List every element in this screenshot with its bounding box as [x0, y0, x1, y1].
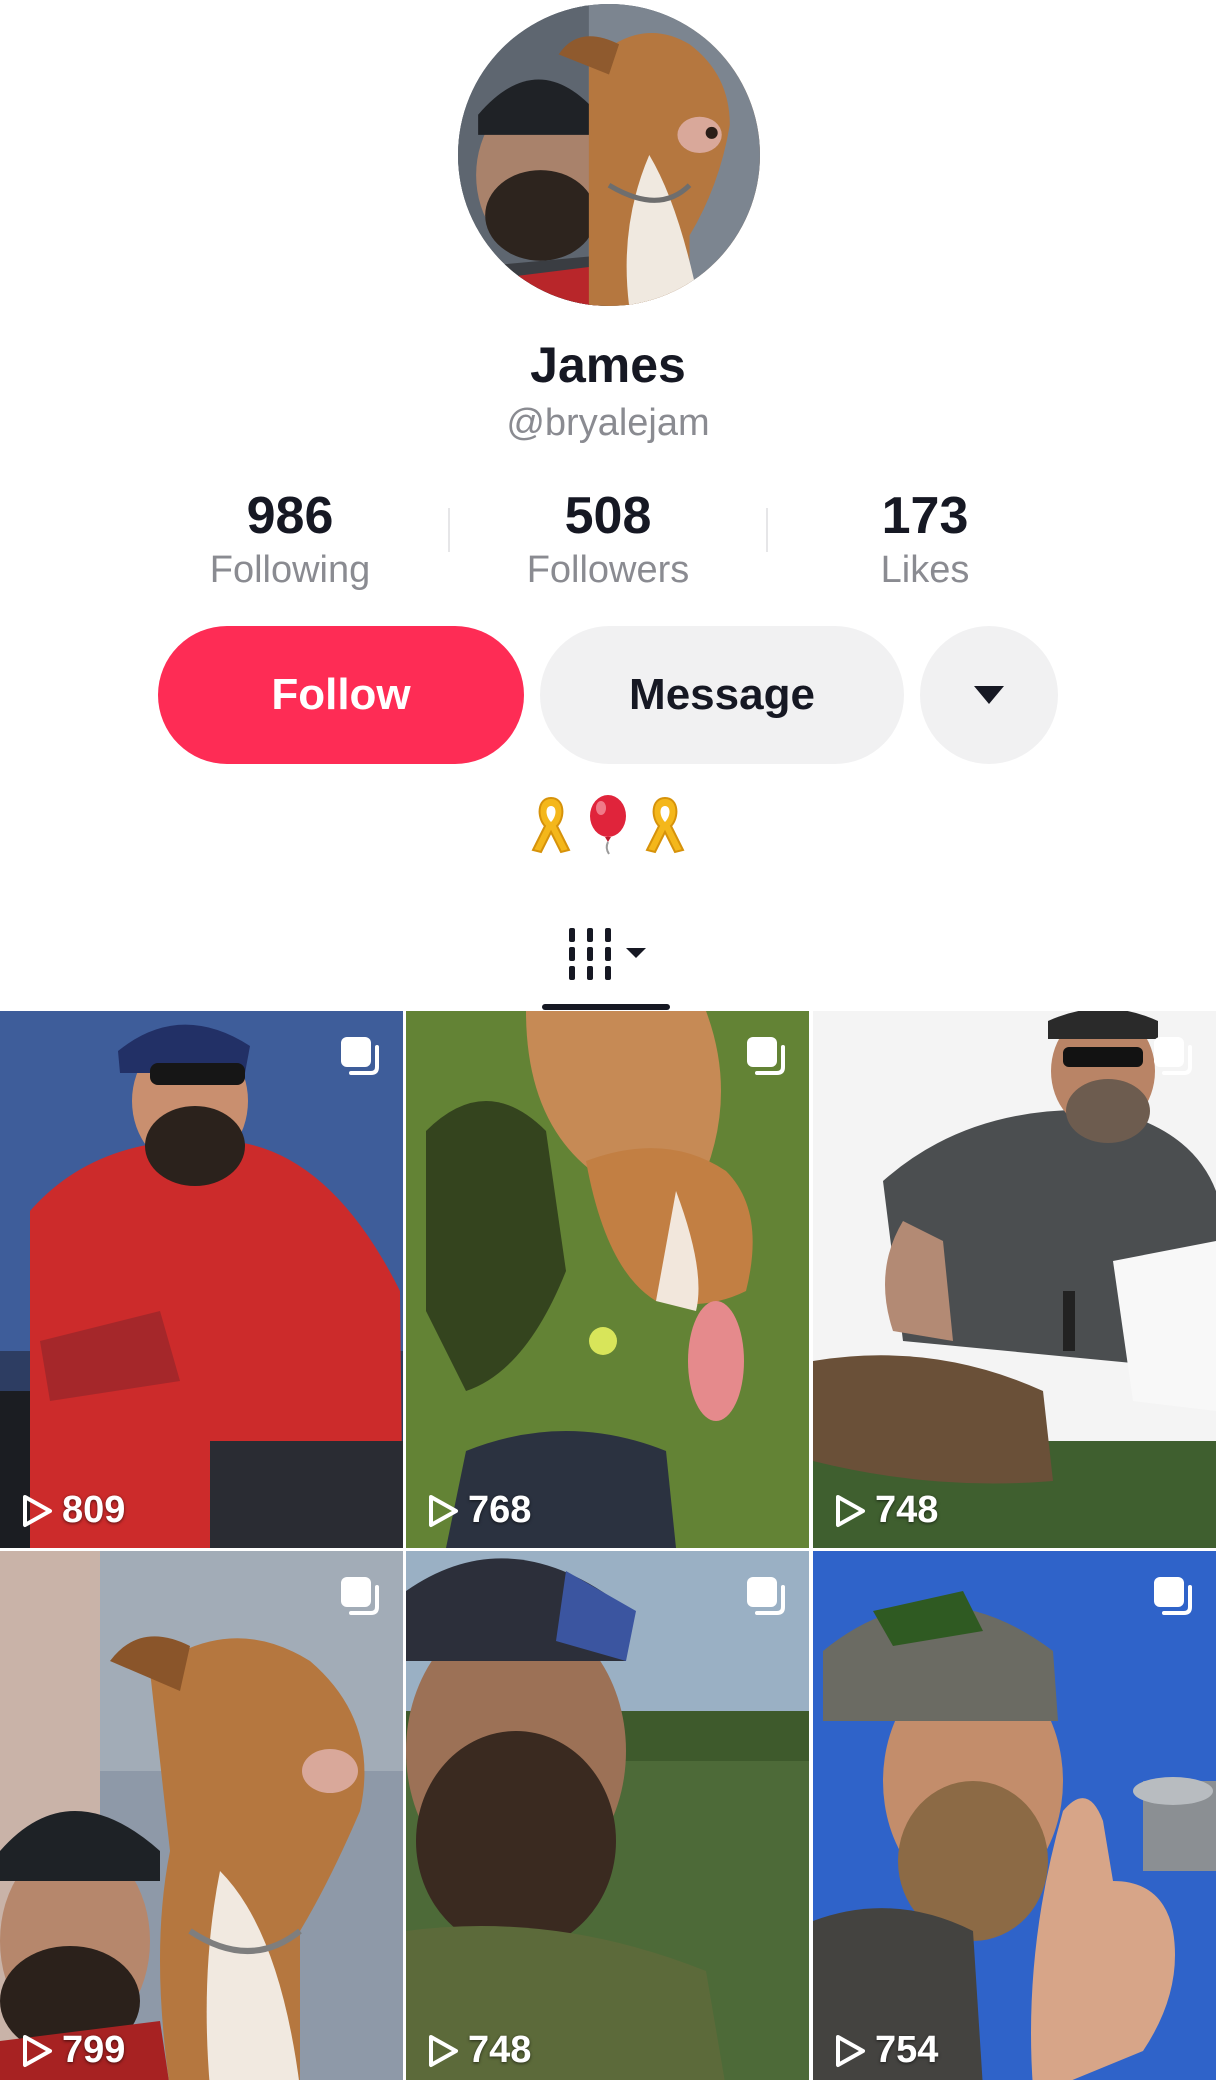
view-count-label: 754: [875, 2029, 939, 2071]
multi-photo-icon: [747, 1577, 785, 1615]
play-icon: [23, 2034, 52, 2067]
view-count-label: 748: [875, 1489, 939, 1531]
active-tab-indicator: [542, 1004, 670, 1010]
video-grid: 809 768 748 799 748 754: [0, 1011, 1216, 2080]
stat-following[interactable]: 986 Following: [140, 488, 440, 596]
stat-followers-label: Followers: [526, 549, 690, 591]
stat-likes[interactable]: 173 Likes: [775, 488, 1075, 596]
view-count: 809: [20, 1489, 125, 1532]
content-tab-bar: [0, 900, 1216, 1012]
stat-followers[interactable]: 508 Followers: [458, 488, 758, 596]
thumbnail-image: [406, 1551, 809, 2080]
tab-videos[interactable]: [542, 900, 674, 1008]
profile-username: @bryalejam: [506, 402, 710, 444]
profile-avatar[interactable]: [458, 4, 760, 306]
more-options-button[interactable]: [920, 626, 1058, 764]
view-count-label: 748: [468, 2029, 532, 2071]
stat-divider: [448, 508, 450, 552]
multi-photo-icon: [747, 1037, 785, 1075]
play-icon: [836, 2034, 865, 2067]
multi-photo-icon: [1154, 1577, 1192, 1615]
video-thumbnail[interactable]: 748: [406, 1551, 809, 2080]
thumbnail-image: [0, 1011, 403, 1548]
video-thumbnail[interactable]: 809: [0, 1011, 403, 1548]
profile-bio: [0, 792, 1216, 862]
message-button[interactable]: Message: [540, 626, 904, 764]
stat-likes-count: 173: [881, 487, 969, 545]
view-count-label: 768: [468, 1489, 532, 1531]
view-count-label: 809: [62, 1489, 126, 1531]
stat-following-label: Following: [209, 549, 371, 591]
yellow-ribbon-icon: [531, 796, 571, 854]
stat-divider: [766, 508, 768, 552]
video-thumbnail[interactable]: 799: [0, 1551, 403, 2080]
stat-likes-label: Likes: [880, 549, 970, 591]
profile-display-name: James: [530, 337, 686, 393]
play-icon: [429, 2034, 458, 2067]
profile-stats: 986 Following 508 Followers 173 Likes: [0, 488, 1216, 598]
play-icon: [836, 1494, 865, 1527]
multi-photo-icon: [341, 1037, 379, 1075]
play-icon: [429, 1494, 458, 1527]
video-thumbnail[interactable]: 768: [406, 1011, 809, 1548]
follow-button[interactable]: Follow: [158, 626, 524, 764]
grid-view-icon: [569, 928, 646, 980]
multi-photo-icon: [1154, 1037, 1192, 1075]
multi-photo-icon: [341, 1577, 379, 1615]
view-count: 799: [20, 2029, 125, 2072]
thumbnail-image: [813, 1011, 1216, 1548]
red-balloon-icon: [590, 795, 626, 855]
thumbnail-image: [813, 1551, 1216, 2080]
view-count-label: 799: [62, 2029, 126, 2071]
view-count: 754: [833, 2029, 938, 2072]
stat-following-count: 986: [246, 487, 334, 545]
video-thumbnail[interactable]: 748: [813, 1011, 1216, 1548]
thumbnail-image: [406, 1011, 809, 1548]
view-count: 748: [426, 2029, 531, 2072]
stat-followers-count: 508: [564, 487, 652, 545]
play-icon: [23, 1494, 52, 1527]
view-count: 768: [426, 1489, 531, 1532]
video-thumbnail[interactable]: 754: [813, 1551, 1216, 2080]
view-count: 748: [833, 1489, 938, 1532]
yellow-ribbon-icon: [645, 796, 685, 854]
caret-down-icon: [626, 948, 646, 958]
thumbnail-image: [0, 1551, 403, 2080]
caret-down-icon: [974, 686, 1004, 704]
